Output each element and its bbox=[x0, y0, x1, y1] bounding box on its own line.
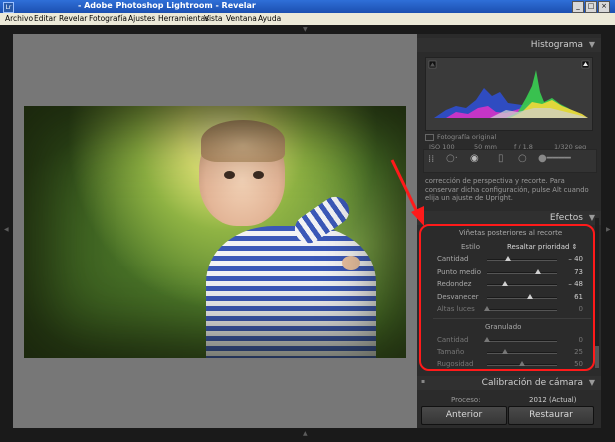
minimize-button[interactable]: _ bbox=[572, 1, 584, 13]
left-panel-toggle-strip[interactable]: ◀ bbox=[0, 34, 13, 428]
annotation-highlight-box bbox=[419, 224, 595, 371]
spot-removal-icon[interactable]: ○· bbox=[446, 153, 458, 164]
adjustment-brush-icon[interactable]: ●━━━━ bbox=[538, 153, 571, 164]
menu-archivo[interactable]: Archivo bbox=[5, 14, 33, 23]
top-panel-toggle-icon[interactable]: ▼ bbox=[303, 26, 308, 33]
maximize-button[interactable]: □ bbox=[585, 1, 597, 13]
reset-button[interactable]: Restaurar bbox=[508, 406, 594, 425]
menu-ajustes[interactable]: Ajustes bbox=[128, 14, 155, 23]
tool-strip: ⁞⁞ ○· ◉ ▯ ○ ●━━━━ bbox=[423, 149, 597, 173]
top-panel-toggle-strip[interactable]: ▼ bbox=[0, 25, 615, 34]
menu-fotografia[interactable]: Fotografía bbox=[89, 14, 127, 23]
menu-ayuda[interactable]: Ayuda bbox=[258, 14, 281, 23]
right-panel-toggle-strip[interactable]: ▶ bbox=[601, 34, 615, 428]
process-label: Proceso: bbox=[451, 396, 481, 404]
window-titlebar: Lr - Adobe Photoshop Lightroom - Revelar… bbox=[0, 0, 615, 13]
window-title: - Adobe Photoshop Lightroom - Revelar bbox=[78, 1, 256, 10]
menu-bar: Archivo Editar Revelar Fotografía Ajuste… bbox=[0, 13, 615, 25]
radial-filter-icon[interactable]: ○ bbox=[518, 153, 527, 164]
histogram-graph[interactable]: ISO 100 50 mm f / 1,8 1/320 seg bbox=[425, 57, 593, 151]
menu-ventana[interactable]: Ventana bbox=[226, 14, 257, 23]
original-photo-checkbox[interactable]: Fotografía original bbox=[425, 133, 496, 141]
panel-scrollbar[interactable] bbox=[595, 218, 599, 368]
left-panel-toggle-icon[interactable]: ◀ bbox=[4, 226, 9, 233]
graduated-filter-icon[interactable]: ▯ bbox=[498, 153, 504, 164]
menu-editar[interactable]: Editar bbox=[34, 14, 56, 23]
lightroom-app-icon[interactable]: Lr bbox=[3, 2, 14, 13]
photo-vignette-overlay bbox=[24, 106, 406, 358]
menu-revelar[interactable]: Revelar bbox=[59, 14, 87, 23]
collapse-triangle-icon[interactable]: ▼ bbox=[589, 40, 595, 49]
effects-header[interactable]: Efectos ▼ bbox=[417, 211, 601, 225]
camera-calibration-title: Calibración de cámara bbox=[481, 378, 583, 388]
effects-title: Efectos bbox=[549, 213, 583, 223]
original-photo-label: Fotografía original bbox=[437, 133, 497, 141]
camera-calibration-header[interactable]: Calibración de cámara ▼ ▪ bbox=[417, 376, 601, 390]
scrollbar-thumb[interactable] bbox=[595, 346, 599, 368]
histogram-title: Histograma bbox=[530, 40, 583, 50]
lens-correction-description: corrección de perspectiva y recorte. Par… bbox=[425, 177, 589, 203]
right-panel-toggle-icon[interactable]: ▶ bbox=[606, 226, 611, 233]
histogram-chart bbox=[428, 60, 590, 118]
photo-preview[interactable] bbox=[24, 106, 406, 358]
process-select[interactable]: 2012 (Actual) bbox=[529, 396, 576, 404]
red-eye-icon[interactable]: ◉ bbox=[470, 153, 479, 164]
bottom-panel-toggle-icon[interactable]: ▲ bbox=[303, 430, 308, 437]
checkbox-icon[interactable] bbox=[425, 133, 434, 141]
collapse-triangle-icon[interactable]: ▼ bbox=[589, 378, 595, 387]
bottom-panel-toggle-strip[interactable]: ▲ bbox=[0, 428, 615, 442]
crop-grid-icon[interactable]: ⁞⁞ bbox=[428, 154, 434, 165]
menu-herramientas[interactable]: Herramientas bbox=[158, 14, 209, 23]
histogram-header[interactable]: Histograma ▼ bbox=[417, 38, 601, 52]
previous-button[interactable]: Anterior bbox=[421, 406, 507, 425]
menu-vista[interactable]: Vista bbox=[204, 14, 223, 23]
panel-switch-icon[interactable]: ▪ bbox=[421, 378, 425, 385]
close-button[interactable]: × bbox=[598, 1, 610, 13]
